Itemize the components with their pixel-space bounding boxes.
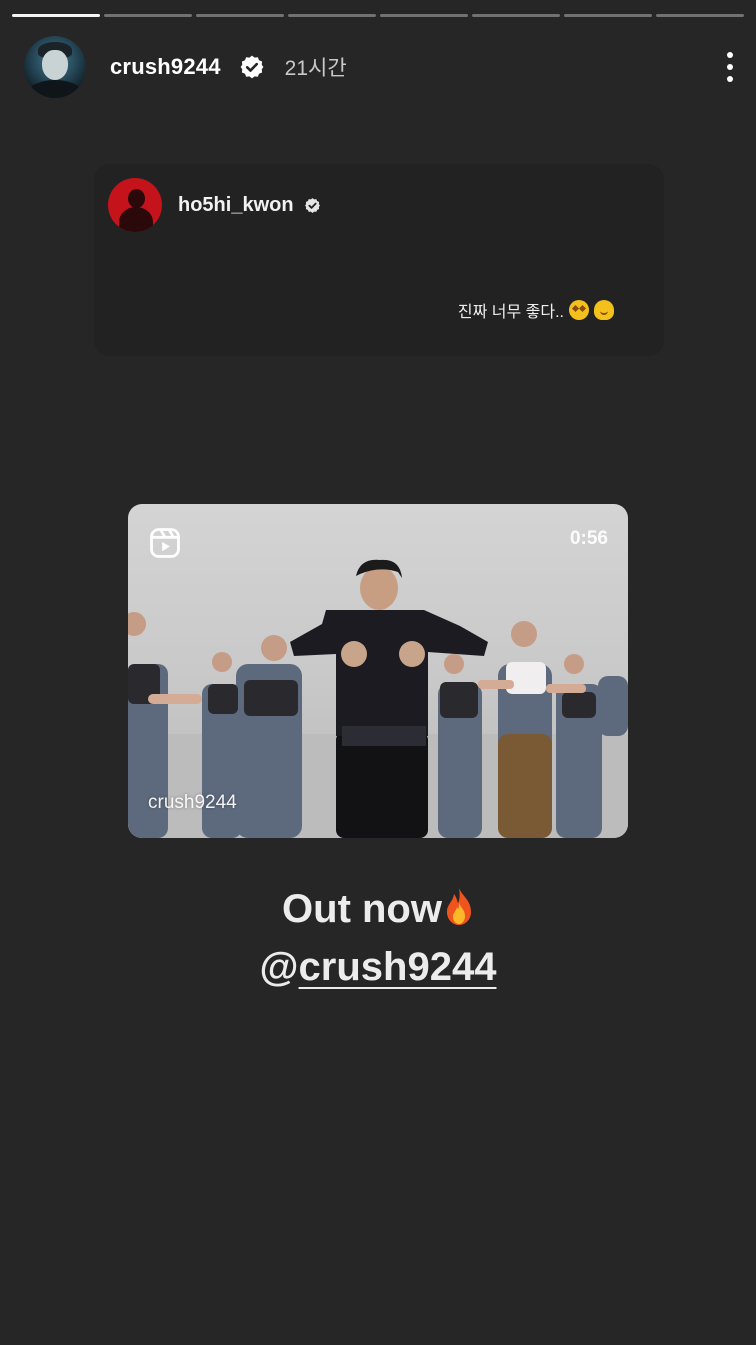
story-caption: Out now @crush9244 bbox=[0, 880, 756, 996]
caption-line-1: Out now bbox=[0, 880, 756, 938]
mention-link[interactable]: crush9244 bbox=[299, 945, 497, 989]
mention-at: @ bbox=[259, 945, 299, 989]
comment-username: ho5hi_kwon bbox=[178, 193, 294, 216]
progress-segment bbox=[656, 14, 744, 17]
story-header: crush9244 21시간 bbox=[24, 36, 733, 98]
reel-owner: crush9244 bbox=[148, 792, 237, 813]
verified-badge-icon bbox=[239, 54, 265, 80]
comment-author: ho5hi_kwon bbox=[108, 178, 321, 232]
story-username[interactable]: crush9244 bbox=[110, 54, 221, 80]
story-timestamp: 21시간 bbox=[284, 57, 347, 80]
progress-segment bbox=[12, 14, 100, 17]
progress-segment bbox=[380, 14, 468, 17]
progress-segment bbox=[196, 14, 284, 17]
comment-text-body: 진짜 너무 좋다.. bbox=[457, 304, 564, 321]
progress-segment bbox=[104, 14, 192, 17]
avatar[interactable] bbox=[24, 36, 86, 98]
star-struck-emoji bbox=[569, 300, 589, 320]
comment-text: 진짜 너무 좋다.. bbox=[458, 298, 614, 322]
melting-face-emoji bbox=[594, 300, 614, 320]
progress-segment bbox=[564, 14, 652, 17]
comment-avatar bbox=[108, 178, 162, 232]
more-vertical-icon[interactable] bbox=[720, 50, 740, 84]
reels-icon bbox=[150, 528, 180, 558]
shared-comment-card[interactable]: ho5hi_kwon 진짜 너무 좋다.. bbox=[94, 164, 664, 356]
caption-line-2: @crush9244 bbox=[0, 938, 756, 996]
reel-duration: 0:56 bbox=[569, 528, 608, 549]
progress-segment bbox=[472, 14, 560, 17]
reel-thumbnail bbox=[128, 559, 628, 838]
caption-text: Out now bbox=[282, 887, 442, 931]
story-progress-bar bbox=[12, 14, 744, 17]
shared-reel-card[interactable]: 0:56 crush9244 bbox=[128, 504, 628, 838]
progress-segment bbox=[288, 14, 376, 17]
fire-emoji bbox=[446, 888, 471, 925]
verified-badge-icon bbox=[304, 197, 321, 214]
